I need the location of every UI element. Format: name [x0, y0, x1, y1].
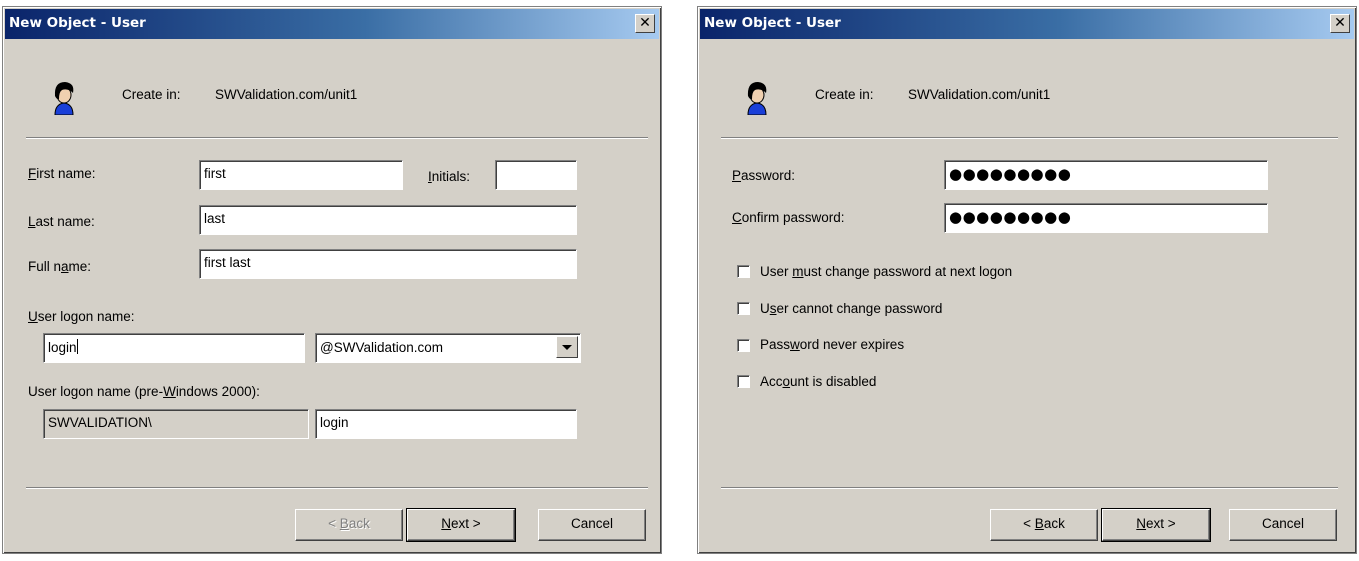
separator-top [26, 137, 648, 139]
create-in-path: SWValidation.com/unit1 [215, 87, 358, 102]
account-disabled-label[interactable]: Account is disabled [760, 374, 876, 389]
window-title: New Object - User [9, 15, 146, 31]
full-name-field[interactable]: first last [199, 249, 577, 279]
netbios-domain-field: SWVALIDATION\ [43, 409, 309, 439]
user-logon-name-field[interactable]: login [43, 333, 305, 363]
password-field[interactable]: ●●●●●●●●● [944, 160, 1268, 190]
user-logon-name-label: User logon name: [28, 309, 135, 324]
first-name-field[interactable]: first [199, 160, 403, 190]
create-in-path: SWValidation.com/unit1 [908, 87, 1051, 102]
separator-top [721, 137, 1338, 139]
password-label: Password: [732, 168, 796, 183]
window-title: New Object - User [704, 15, 841, 31]
full-name-label: Full name: [28, 259, 92, 274]
must-change-password-label[interactable]: User must change password at next logon [760, 264, 1012, 279]
password-never-expires-label[interactable]: Password never expires [760, 337, 904, 352]
cannot-change-password-checkbox[interactable] [737, 302, 750, 315]
text-cursor [76, 339, 78, 354]
separator-bottom [26, 487, 648, 489]
close-button[interactable]: ✕ [1330, 14, 1350, 33]
user-icon [54, 82, 74, 115]
account-disabled-checkbox[interactable] [737, 375, 750, 388]
new-user-dialog-password-step: New Object - User ✕ Create in: SWValidat… [697, 6, 1357, 554]
chevron-down-icon[interactable] [556, 336, 578, 358]
must-change-password-checkbox[interactable] [737, 265, 750, 278]
initials-field[interactable] [495, 160, 577, 190]
last-name-label: Last name: [28, 214, 95, 229]
pre-windows-2000-label: User logon name (pre-Windows 2000): [28, 384, 260, 399]
next-button[interactable]: Next > [406, 508, 516, 542]
title-bar[interactable]: New Object - User ✕ [5, 9, 659, 39]
back-button[interactable]: < Back [990, 509, 1098, 541]
first-name-label: First name: [28, 166, 96, 181]
cancel-button[interactable]: Cancel [538, 509, 646, 541]
password-never-expires-checkbox[interactable] [737, 339, 750, 352]
initials-label: Initials: [428, 169, 471, 184]
title-bar[interactable]: New Object - User ✕ [700, 9, 1354, 39]
cancel-button[interactable]: Cancel [1229, 509, 1337, 541]
close-icon: ✕ [639, 15, 651, 31]
next-button[interactable]: Next > [1101, 508, 1211, 542]
create-in-label: Create in: [122, 87, 181, 102]
last-name-field[interactable]: last [199, 205, 577, 235]
close-button[interactable]: ✕ [635, 14, 655, 33]
cannot-change-password-label[interactable]: User cannot change password [760, 301, 942, 316]
new-user-dialog-name-step: New Object - User ✕ Create in: SWValidat… [2, 6, 662, 554]
sam-account-name-field[interactable]: login [315, 409, 577, 439]
user-icon [747, 82, 767, 115]
confirm-password-label: Confirm password: [732, 210, 845, 225]
upn-suffix-select[interactable]: @SWValidation.com [315, 333, 581, 363]
create-in-label: Create in: [815, 87, 874, 102]
back-button[interactable]: < Back [295, 509, 403, 541]
close-icon: ✕ [1334, 15, 1346, 31]
confirm-password-field[interactable]: ●●●●●●●●● [944, 203, 1268, 233]
separator-bottom [721, 487, 1338, 489]
